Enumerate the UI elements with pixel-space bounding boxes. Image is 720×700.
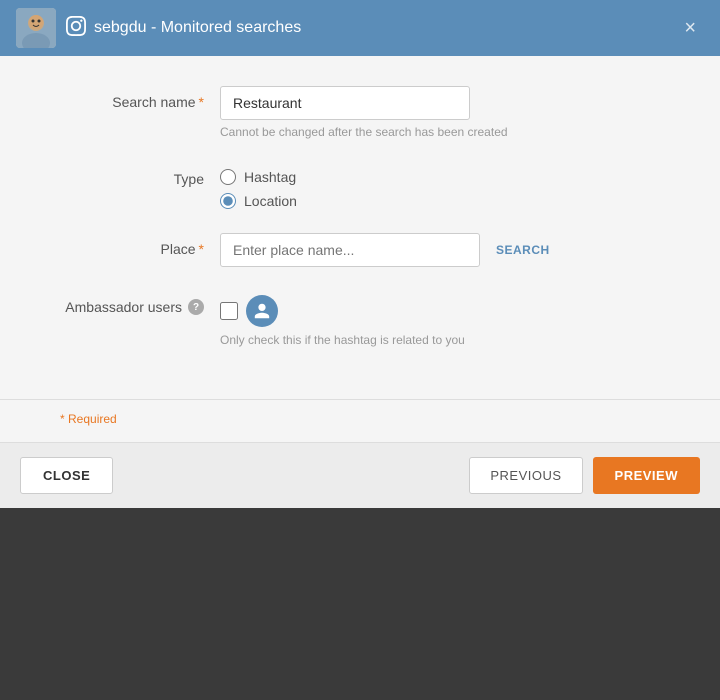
ambassador-user-icon — [246, 295, 278, 327]
type-location-option[interactable]: Location — [220, 193, 660, 209]
search-name-hint: Cannot be changed after the search has b… — [220, 125, 660, 139]
search-name-input[interactable] — [220, 86, 470, 120]
divider — [0, 399, 720, 400]
ambassador-row: Ambassador users ? Only check this if th… — [60, 291, 660, 347]
search-name-control: Cannot be changed after the search has b… — [220, 86, 660, 139]
header-title: sebgdu - Monitored searches — [94, 19, 676, 37]
modal-header: sebgdu - Monitored searches × — [0, 0, 720, 56]
preview-button[interactable]: PREVIEW — [593, 457, 700, 494]
place-search-button[interactable]: SEARCH — [492, 239, 554, 261]
type-hashtag-radio[interactable] — [220, 169, 236, 185]
close-button[interactable]: CLOSE — [20, 457, 113, 494]
modal-body: Search name* Cannot be changed after the… — [0, 56, 720, 391]
place-input[interactable] — [220, 233, 480, 267]
place-row: Place* SEARCH — [60, 233, 660, 267]
type-label: Type — [60, 163, 220, 187]
ambassador-label: Ambassador users — [65, 299, 182, 315]
type-hashtag-option[interactable]: Hashtag — [220, 169, 660, 185]
ambassador-label-cell: Ambassador users ? — [60, 291, 220, 315]
type-radio-group: Hashtag Location — [220, 163, 660, 209]
type-location-label: Location — [244, 193, 297, 209]
type-location-radio[interactable] — [220, 193, 236, 209]
ambassador-control: Only check this if the hashtag is relate… — [220, 291, 660, 347]
search-name-label: Search name* — [60, 86, 220, 110]
ambassador-controls — [220, 291, 660, 327]
header-close-button[interactable]: × — [676, 13, 704, 44]
footer-right: PREVIOUS PREVIEW — [469, 457, 700, 494]
avatar — [16, 8, 56, 48]
instagram-icon — [66, 16, 86, 41]
search-name-row: Search name* Cannot be changed after the… — [60, 86, 660, 139]
type-row: Type Hashtag Location — [60, 163, 660, 209]
previous-button[interactable]: PREVIOUS — [469, 457, 582, 494]
place-label: Place* — [60, 233, 220, 257]
required-note: * Required — [0, 412, 720, 426]
modal-footer: CLOSE PREVIOUS PREVIEW — [0, 442, 720, 508]
ambassador-hint: Only check this if the hashtag is relate… — [220, 333, 660, 347]
place-control: SEARCH — [220, 233, 660, 267]
place-input-wrapper: SEARCH — [220, 233, 660, 267]
ambassador-help-icon[interactable]: ? — [188, 299, 204, 315]
type-hashtag-label: Hashtag — [244, 169, 296, 185]
ambassador-checkbox[interactable] — [220, 302, 238, 320]
type-control: Hashtag Location — [220, 163, 660, 209]
